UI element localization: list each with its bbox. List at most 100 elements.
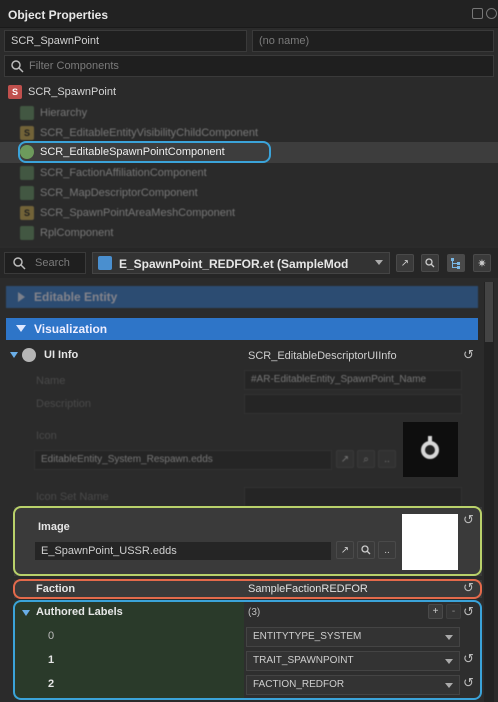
label-dropdown[interactable]: TRAIT_SPAWNPOINT xyxy=(246,651,460,671)
component-icon xyxy=(20,186,34,200)
hierarchy-icon xyxy=(451,258,460,269)
label-value: TRAIT_SPAWNPOINT xyxy=(253,655,354,666)
search-icon xyxy=(425,258,435,268)
chevron-down-icon xyxy=(445,635,453,640)
search-icon xyxy=(13,257,26,270)
ui-info-value: SCR_EditableDescriptorUIInfo xyxy=(248,350,397,362)
icon-label: Icon xyxy=(36,430,57,442)
properties-scrollbar[interactable] xyxy=(484,282,494,702)
entity-name-field[interactable]: SCR_SpawnPoint xyxy=(4,30,247,52)
component-icon xyxy=(20,226,34,240)
icon-set-label: Icon Set Name xyxy=(36,491,109,503)
label-index: 2 xyxy=(48,678,55,690)
component-root-label: SCR_SpawnPoint xyxy=(28,86,117,98)
component-icon: S xyxy=(20,126,34,140)
component-icon xyxy=(20,106,34,120)
close-icon[interactable] xyxy=(486,8,497,19)
gear-icon: ✷ xyxy=(477,257,487,270)
label-dropdown[interactable]: FACTION_REDFOR xyxy=(246,675,460,695)
find-button[interactable]: ⌕ xyxy=(357,450,375,468)
component-item-selected[interactable]: SCR_EditableSpawnPointComponent xyxy=(20,142,225,162)
component-label: SCR_EditableEntityVisibilityChildCompone… xyxy=(40,127,259,139)
browse-button[interactable]: .. xyxy=(378,541,396,559)
chevron-right-icon xyxy=(18,292,25,302)
label-dropdown[interactable]: ENTITYTYPE_SYSTEM xyxy=(246,627,460,647)
reset-icon[interactable]: ↺ xyxy=(463,675,474,691)
entity-name-secondary-field[interactable]: (no name) xyxy=(252,30,494,52)
component-item[interactable]: SCR_MapDescriptorComponent xyxy=(20,183,198,203)
find-button[interactable] xyxy=(357,541,375,559)
component-item[interactable]: S SCR_EditableEntityVisibilityChildCompo… xyxy=(20,123,258,143)
component-label: Hierarchy xyxy=(40,107,88,119)
add-item-button[interactable]: + xyxy=(428,604,443,619)
component-label: SCR_SpawnPointAreaMeshComponent xyxy=(40,207,236,219)
reset-icon[interactable]: ↺ xyxy=(463,512,474,528)
section-editable-entity[interactable]: Editable Entity xyxy=(6,286,478,308)
component-icon xyxy=(20,145,34,159)
search-icon xyxy=(361,545,371,555)
property-search-placeholder: Search xyxy=(35,257,70,269)
component-item[interactable]: Hierarchy xyxy=(20,103,87,123)
component-root[interactable]: S SCR_SpawnPoint xyxy=(8,82,116,102)
name-field[interactable]: #AR-EditableEntity_SpawnPoint_Name xyxy=(244,370,462,390)
chevron-down-icon xyxy=(16,325,26,332)
chevron-down-icon xyxy=(445,683,453,688)
component-icon: S xyxy=(20,206,34,220)
respawn-icon xyxy=(421,436,439,459)
reset-icon[interactable]: ↺ xyxy=(463,604,474,620)
open-external-button[interactable]: ↗ xyxy=(336,541,354,559)
component-icon xyxy=(20,166,34,180)
section-visualization-label: Visualization xyxy=(34,322,108,336)
search-icon xyxy=(11,60,24,73)
script-icon: S xyxy=(8,85,22,99)
prefab-label: E_SpawnPoint_REDFOR.et (SampleMod xyxy=(119,257,349,271)
prefab-icon xyxy=(98,256,112,270)
section-visualization[interactable]: Visualization xyxy=(6,318,478,340)
component-item[interactable]: S SCR_SpawnPointAreaMeshComponent xyxy=(20,203,235,223)
image-path-field[interactable]: E_SpawnPoint_USSR.edds xyxy=(34,541,332,561)
settings-button[interactable]: ✷ xyxy=(473,254,491,272)
find-button[interactable] xyxy=(421,254,439,272)
ui-info-icon xyxy=(22,348,36,362)
faction-value[interactable]: SampleFactionREDFOR xyxy=(248,583,368,595)
browse-button[interactable]: .. xyxy=(378,450,396,468)
scrollbar-thumb[interactable] xyxy=(485,282,493,342)
chevron-down-icon xyxy=(375,260,383,265)
panel-titlebar: Object Properties xyxy=(0,0,498,28)
reset-icon[interactable]: ↺ xyxy=(463,651,474,667)
authored-labels-count: (3) xyxy=(248,607,261,618)
component-label: RplComponent xyxy=(40,227,114,239)
section-editable-entity-label: Editable Entity xyxy=(34,290,118,304)
hierarchy-button[interactable] xyxy=(447,254,465,272)
component-label: SCR_MapDescriptorComponent xyxy=(40,187,198,199)
reset-icon[interactable]: ↺ xyxy=(463,347,474,363)
component-item[interactable]: SCR_FactionAffiliationComponent xyxy=(20,163,207,183)
label-index: 0 xyxy=(48,630,55,642)
icon-set-field[interactable] xyxy=(244,487,462,507)
component-label: SCR_FactionAffiliationComponent xyxy=(40,167,207,179)
open-external-button[interactable]: ↗ xyxy=(336,450,354,468)
component-item[interactable]: RplComponent xyxy=(20,223,113,243)
expand-arrow-icon[interactable] xyxy=(22,610,30,616)
ui-info-label: UI Info xyxy=(44,349,79,361)
image-preview xyxy=(402,514,458,570)
prefab-dropdown[interactable]: E_SpawnPoint_REDFOR.et (SampleMod xyxy=(92,252,390,274)
authored-labels-label: Authored Labels xyxy=(36,606,123,618)
image-label: Image xyxy=(38,521,70,533)
filter-placeholder: Filter Components xyxy=(29,60,119,72)
reset-icon[interactable]: ↺ xyxy=(463,580,474,596)
label-value: FACTION_REDFOR xyxy=(253,679,345,690)
filter-components-input[interactable]: Filter Components xyxy=(4,55,494,77)
description-field[interactable] xyxy=(244,394,462,414)
label-value: ENTITYTYPE_SYSTEM xyxy=(253,631,362,642)
icon-path-field[interactable]: EditableEntity_System_Respawn.edds xyxy=(34,450,332,470)
open-external-button[interactable]: ↗ xyxy=(396,254,414,272)
icon-preview xyxy=(403,422,458,477)
label-index: 1 xyxy=(48,654,55,666)
maximize-icon[interactable] xyxy=(472,8,483,19)
remove-item-button[interactable]: - xyxy=(446,604,461,619)
expand-arrow-icon[interactable] xyxy=(10,352,18,358)
panel-title: Object Properties xyxy=(8,8,109,22)
description-label: Description xyxy=(36,398,92,410)
chevron-down-icon xyxy=(445,659,453,664)
